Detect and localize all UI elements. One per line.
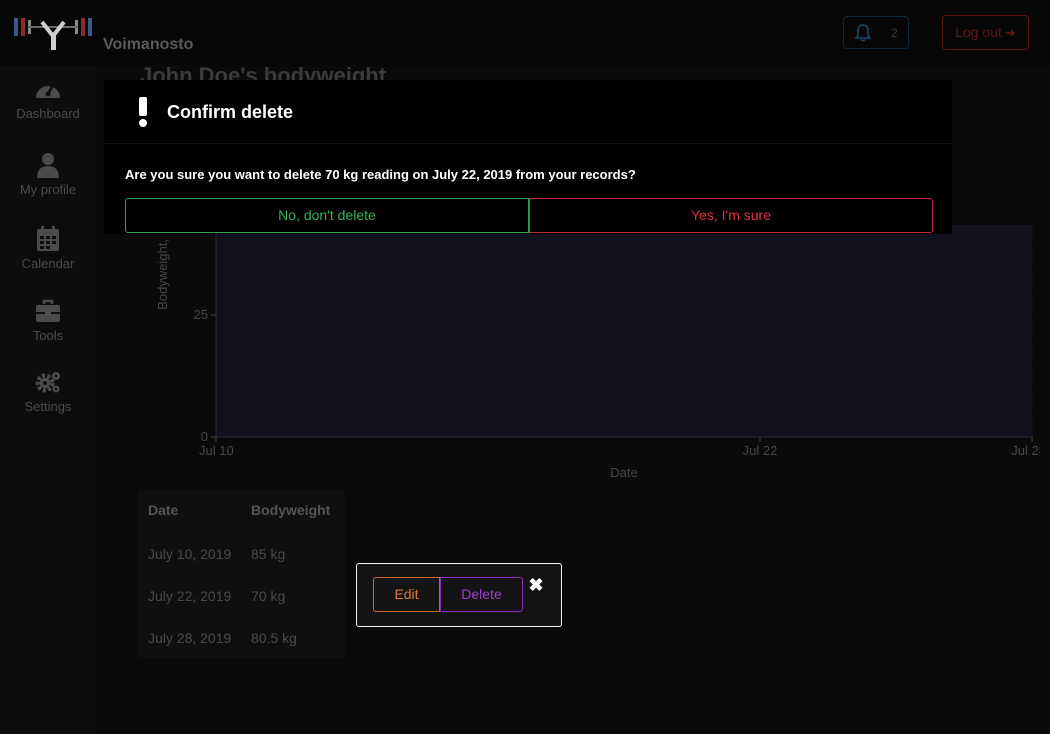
x-axis-title: Date — [610, 465, 637, 480]
y-tick-label: 25 — [194, 307, 208, 322]
sidebar-item-label: Settings — [24, 399, 72, 414]
x-tick-labels: Jul 10 Jul 22 Jul 28 — [199, 437, 1040, 458]
modal-title: Confirm delete — [167, 102, 294, 122]
x-tick-label: Jul 10 — [199, 443, 234, 458]
sidebar-item-my-profile[interactable]: My profile — [0, 152, 96, 197]
confirm-delete-modal: Confirm delete Are you sure you want to … — [104, 80, 952, 234]
y-tick-label: 0 — [201, 429, 208, 444]
table-row-weight[interactable]: 80.5 kg — [251, 630, 297, 646]
logout-button[interactable]: Log out ➜ — [942, 15, 1029, 50]
table-row-date[interactable]: July 10, 2019 — [148, 546, 231, 562]
table-row-date[interactable]: July 28, 2019 — [148, 630, 231, 646]
table-row-weight[interactable]: 70 kg — [251, 588, 285, 604]
notifications-button[interactable]: 2 — [843, 16, 909, 49]
modal-message: Are you sure you want to delete 70 kg re… — [125, 167, 636, 182]
sidebar-item-calendar[interactable]: Calendar — [0, 226, 96, 271]
y-tick-labels: 0255075 — [194, 307, 216, 444]
sidebar-item-label: Tools — [32, 328, 64, 343]
table-row-date[interactable]: July 22, 2019 — [148, 588, 231, 604]
x-tick-label: Jul 22 — [743, 443, 778, 458]
sidebar-item-label: Dashboard — [16, 106, 80, 121]
row-actions-popover: Edit Delete ✖ — [356, 563, 562, 627]
sign-out-icon: ➜ — [1004, 25, 1016, 40]
x-tick-label: Jul 28 — [1011, 443, 1040, 458]
notification-count: 2 — [891, 26, 898, 40]
logout-label: Log out — [955, 24, 1002, 40]
edit-reading-button[interactable]: Edit — [373, 577, 440, 612]
readings-table: Date Bodyweight July 10, 2019 85 kg July… — [138, 490, 345, 658]
modal-divider — [104, 143, 952, 144]
top-navbar: Voimanosto 2 Log out ➜ — [0, 0, 1050, 66]
table-row-weight[interactable]: 85 kg — [251, 546, 285, 562]
sidebar-item-label: Calendar — [21, 256, 75, 271]
sidebar: Dashboard My profile Calendar Tools Sett… — [0, 66, 96, 734]
column-header-bodyweight: Bodyweight — [251, 502, 331, 518]
bodyweight-area-series — [216, 225, 1032, 437]
bell-icon — [854, 24, 872, 42]
toolbox-icon — [36, 299, 60, 322]
bodyweight-chart: 0255075 Jul 10Jul 22Jul 28 Date Bodyweig… — [155, 225, 1040, 480]
cancel-delete-button[interactable]: No, don't delete — [125, 198, 529, 233]
delete-reading-button[interactable]: Delete — [440, 577, 523, 612]
calendar-icon — [37, 226, 59, 251]
tachometer-icon — [36, 84, 60, 98]
sidebar-item-dashboard[interactable]: Dashboard — [0, 76, 96, 121]
confirm-delete-button[interactable]: Yes, I'm sure — [529, 198, 933, 233]
user-icon — [37, 153, 59, 178]
y-axis-title: Bodyweight, — [155, 239, 170, 310]
barbell-logo-icon[interactable] — [12, 14, 94, 54]
sidebar-item-label: My profile — [19, 182, 77, 197]
sidebar-item-tools[interactable]: Tools — [0, 298, 96, 343]
sidebar-item-settings[interactable]: Settings — [0, 369, 96, 414]
close-icon[interactable]: ✖ — [528, 575, 544, 595]
brand-name[interactable]: Voimanosto — [103, 36, 193, 54]
exclamation-icon — [139, 97, 147, 127]
column-header-date: Date — [148, 502, 179, 518]
cogs-icon — [35, 372, 60, 393]
